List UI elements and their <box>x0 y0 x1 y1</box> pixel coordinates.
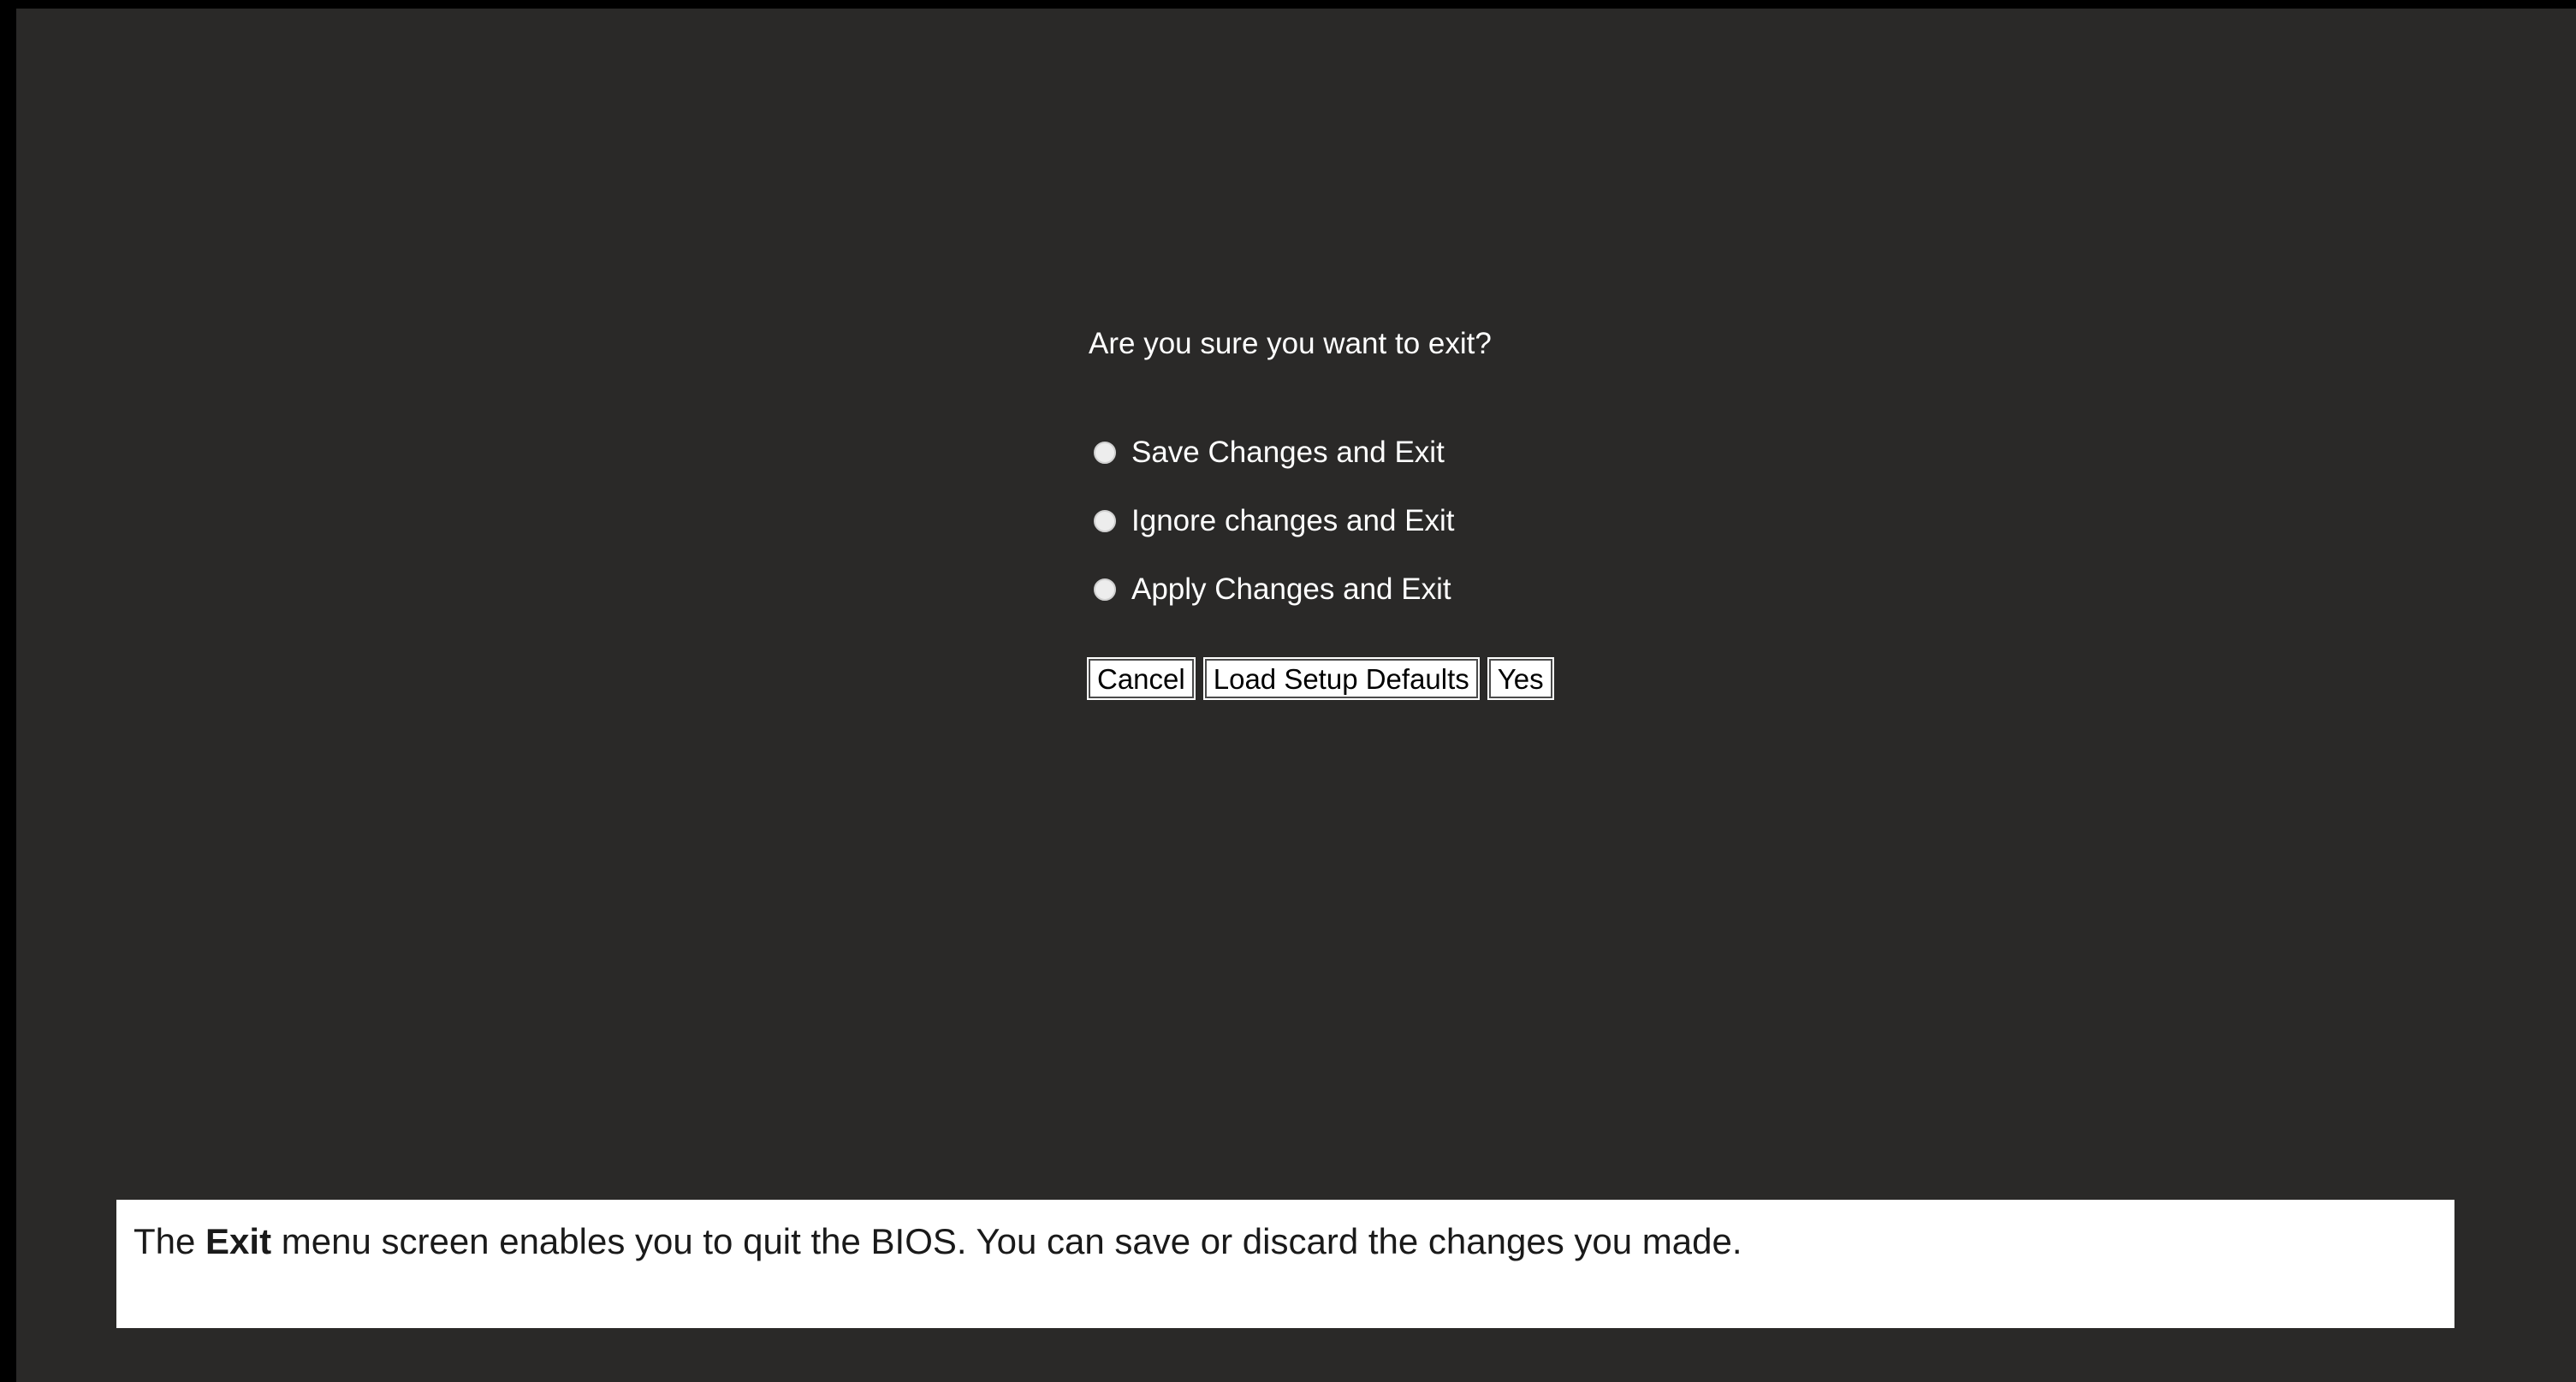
exit-question: Are you sure you want to exit? <box>1089 327 1492 360</box>
yes-button[interactable]: Yes <box>1487 657 1554 700</box>
help-text-suffix: menu screen enables you to quit the BIOS… <box>271 1221 1742 1261</box>
help-caption: The Exit menu screen enables you to quit… <box>116 1200 2454 1328</box>
option-label: Apply Changes and Exit <box>1131 572 1451 606</box>
radio-button-icon[interactable] <box>1094 442 1116 464</box>
dialog-buttons: Cancel Load Setup Defaults Yes <box>1087 657 1554 700</box>
option-label: Ignore changes and Exit <box>1131 504 1455 537</box>
bios-screen: Are you sure you want to exit? Save Chan… <box>16 9 2576 1382</box>
option-save-changes-and-exit[interactable]: Save Changes and Exit <box>1089 431 1445 474</box>
radio-button-icon[interactable] <box>1094 578 1116 601</box>
option-apply-changes-and-exit[interactable]: Apply Changes and Exit <box>1089 568 1451 611</box>
radio-button-icon[interactable] <box>1094 510 1116 532</box>
option-ignore-changes-and-exit[interactable]: Ignore changes and Exit <box>1089 500 1454 543</box>
option-label: Save Changes and Exit <box>1131 436 1445 469</box>
help-text-prefix: The <box>134 1221 206 1261</box>
help-keyword: Exit <box>205 1221 272 1261</box>
help-text: The Exit menu screen enables you to quit… <box>134 1217 2437 1266</box>
cancel-button[interactable]: Cancel <box>1087 657 1196 700</box>
load-setup-defaults-button[interactable]: Load Setup Defaults <box>1202 657 1480 700</box>
